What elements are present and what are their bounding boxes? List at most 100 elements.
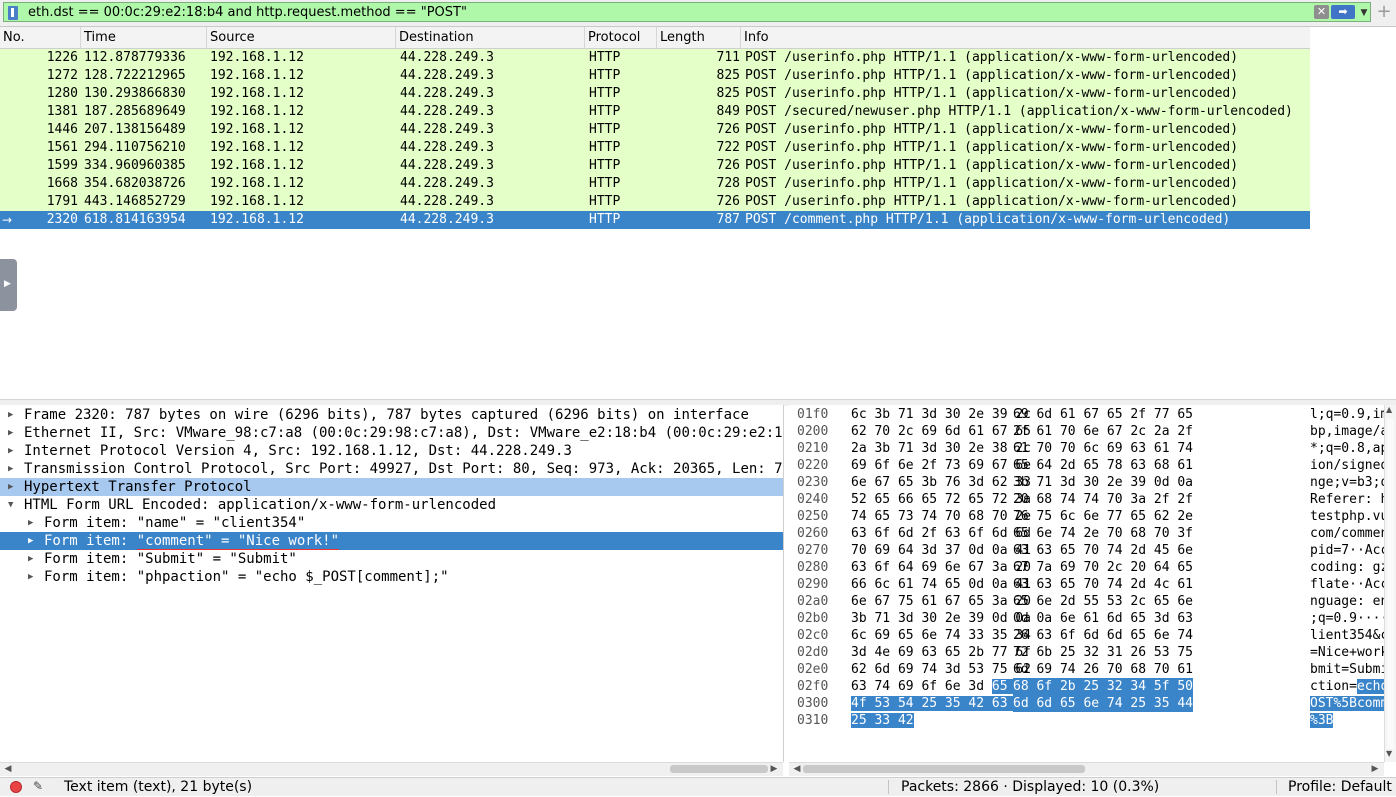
clear-filter-icon[interactable]: ✕	[1314, 5, 1329, 19]
status-profile[interactable]: Profile: Default	[1288, 778, 1396, 797]
expand-arrow-icon[interactable]: ▶	[28, 568, 38, 586]
column-header-time[interactable]: Time	[81, 27, 207, 48]
sidebar-toggle-handle[interactable]: ▶	[0, 259, 17, 311]
bytes-offset: 0290	[797, 577, 829, 592]
bytes-hex-group-1: 52 65 66 65 72 65 72 3a	[851, 491, 1031, 508]
packet-cell-info: POST /userinfo.php HTTP/1.1 (application…	[745, 122, 1239, 137]
expand-arrow-icon[interactable]: ▶	[28, 550, 38, 568]
expert-info-icon[interactable]	[10, 781, 22, 793]
packet-cell-proto: HTTP	[589, 140, 621, 155]
detail-tree-item[interactable]: ▶ Frame 2320: 787 bytes on wire (6296 bit…	[0, 406, 783, 424]
bytes-hex-group-1: 6c 69 65 6e 74 33 35 34	[851, 627, 1031, 644]
packet-cell-src: 192.168.1.12	[210, 194, 304, 209]
detail-tree-item[interactable]: ▶ Transmission Control Protocol, Src Port…	[0, 460, 783, 478]
bytes-row[interactable]: 0290 66 6c 61 74 65 0d 0a 41 63 63 65 70 7…	[789, 576, 1396, 593]
bytes-row[interactable]: 02c0 6c 69 65 6e 74 33 35 34 26 63 6f 6d 6…	[789, 627, 1396, 644]
scroll-thumb[interactable]	[803, 765, 1085, 773]
column-header-source[interactable]: Source	[207, 27, 396, 48]
expand-arrow-icon[interactable]: ▶	[8, 406, 18, 424]
scroll-right-icon[interactable]: ▶	[768, 763, 780, 776]
bytes-row[interactable]: 02a0 6e 67 75 61 67 65 3a 20 65 6e 2d 55 5…	[789, 593, 1396, 610]
packet-row[interactable]: 1561 294.110756210 192.168.1.12 44.228.249.…	[0, 139, 1310, 157]
bookmark-icon[interactable]	[8, 6, 18, 20]
scroll-down-icon[interactable]: ▼	[1386, 749, 1392, 758]
bytes-row[interactable]: 02b0 3b 71 3d 30 2e 39 0d 0a 0d 0a 6e 61 6…	[789, 610, 1396, 627]
column-header-info[interactable]: Info	[741, 27, 1310, 48]
expand-arrow-icon[interactable]: ▶	[8, 424, 18, 442]
bytes-hex: 63 6f 64 69 6e 67 3a 20	[851, 560, 1032, 575]
detail-tree-item[interactable]: ▶ Form item: "phpaction" = "echo $_POST[c…	[0, 568, 783, 586]
details-horizontal-scrollbar[interactable]: ◀ ▶	[0, 762, 783, 776]
scroll-thumb[interactable]	[670, 765, 768, 773]
packet-row[interactable]: 1381 187.285689649 192.168.1.12 44.228.249.…	[0, 103, 1310, 121]
detail-tree-item[interactable]: ▶ Form item: "comment" = "Nice work!"	[0, 532, 783, 550]
packet-row[interactable]: 1272 128.722212965 192.168.1.12 44.228.249.…	[0, 67, 1310, 85]
detail-tree-item[interactable]: ▶ Form item: "Submit" = "Submit"	[0, 550, 783, 568]
packet-cell-proto: HTTP	[589, 158, 621, 173]
bytes-row[interactable]: 0260 63 6f 6d 2f 63 6f 6d 6d 65 6e 74 2e 7…	[789, 525, 1396, 542]
expand-arrow-icon[interactable]: ▶	[28, 514, 38, 532]
bytes-offset: 02d0	[797, 645, 829, 660]
expand-arrow-icon[interactable]: ▶	[8, 478, 18, 496]
bytes-row[interactable]: 0250 74 65 73 74 70 68 70 2e 76 75 6c 6e 7…	[789, 508, 1396, 525]
packet-row[interactable]: 1446 207.138156489 192.168.1.12 44.228.249.…	[0, 121, 1310, 139]
packet-cell-no: 1599	[46, 158, 78, 173]
bytes-row[interactable]: 02e0 62 6d 69 74 3d 53 75 62 6d 69 74 26 7…	[789, 661, 1396, 678]
bytes-vertical-scrollbar[interactable]: ▲ ▼	[1384, 405, 1396, 762]
packet-row[interactable]: → 2320 618.814163954 192.168.1.12 44.228.249…	[0, 211, 1310, 229]
bytes-hex: 2a 3b 71 3d 30 2e 38 2c	[851, 441, 1032, 456]
apply-filter-icon[interactable]: ➡	[1331, 5, 1355, 19]
packet-row[interactable]: 1668 354.682038726 192.168.1.12 44.228.249.…	[0, 175, 1310, 193]
bytes-row[interactable]: 01f0 6c 3b 71 3d 30 2e 39 2c 69 6d 61 67 6…	[789, 406, 1396, 423]
bytes-row[interactable]: 02f0 63 74 69 6f 6e 3d 65 63 68 6f 2b 25 3…	[789, 678, 1396, 695]
bytes-row[interactable]: 0310 25 33 42 %3B	[789, 712, 1389, 729]
scroll-right-icon[interactable]: ▶	[1369, 763, 1381, 776]
detail-tree-item[interactable]: ▶ Internet Protocol Version 4, Src: 192.1…	[0, 442, 783, 460]
display-filter-input[interactable]: eth.dst == 00:0c:29:e2:18:b4 and http.re…	[3, 2, 1371, 22]
expand-arrow-icon[interactable]: ▶	[28, 532, 38, 550]
scroll-left-icon[interactable]: ◀	[2, 763, 14, 776]
display-filter-text[interactable]: eth.dst == 00:0c:29:e2:18:b4 and http.re…	[28, 4, 467, 21]
bytes-row[interactable]: 0220 69 6f 6e 2f 73 69 67 6e 65 64 2d 65 7…	[789, 457, 1396, 474]
bytes-row[interactable]: 0210 2a 3b 71 3d 30 2e 38 2c 61 70 70 6c 6…	[789, 440, 1396, 457]
bytes-hex: 3b 71 3d 30 2e 39 0d 0a	[851, 611, 1032, 626]
add-filter-button-icon[interactable]: +	[1376, 3, 1392, 21]
detail-tree-item[interactable]: ▼ HTML Form URL Encoded: application/x-ww…	[0, 496, 783, 514]
column-header-length[interactable]: Length	[657, 27, 741, 48]
column-header-no[interactable]: No.	[0, 27, 81, 48]
expand-arrow-icon[interactable]: ▶	[8, 460, 18, 478]
packet-row[interactable]: 1226 112.878779336 192.168.1.12 44.228.249.…	[0, 49, 1310, 67]
bytes-row[interactable]: 0230 6e 67 65 3b 76 3d 62 33 3b 71 3d 30 2…	[789, 474, 1396, 491]
expand-arrow-icon[interactable]: ▶	[8, 442, 18, 460]
bytes-hex-group-2: 26 63 6f 6d 6d 65 6e 74	[1013, 628, 1194, 643]
scroll-up-icon[interactable]: ▲	[1386, 405, 1392, 414]
filter-history-dropdown-icon[interactable]: ▼	[1358, 6, 1370, 20]
column-header-protocol[interactable]: Protocol	[585, 27, 657, 48]
packet-cell-info: POST /userinfo.php HTTP/1.1 (application…	[745, 68, 1239, 83]
bytes-row[interactable]: 02d0 3d 4e 69 63 65 2b 77 6f 72 6b 25 32 3…	[789, 644, 1396, 661]
bytes-row[interactable]: 0280 63 6f 64 69 6e 67 3a 20 67 7a 69 70 2…	[789, 559, 1396, 576]
packet-row[interactable]: 1599 334.960960385 192.168.1.12 44.228.249.…	[0, 157, 1310, 175]
packet-cell-no: 1446	[46, 122, 78, 137]
collapse-arrow-icon[interactable]: ▼	[8, 496, 18, 514]
packet-row[interactable]: 1280 130.293866830 192.168.1.12 44.228.249.…	[0, 85, 1310, 103]
column-header-destination[interactable]: Destination	[396, 27, 585, 48]
bytes-hex-group-1: 6c 3b 71 3d 30 2e 39 2c	[851, 406, 1031, 423]
scroll-thumb[interactable]	[1387, 419, 1394, 749]
bytes-row[interactable]: 0270 70 69 64 3d 37 0d 0a 41 63 63 65 70 7…	[789, 542, 1396, 559]
packet-list-pane: No. Time Source Destination Protocol Len…	[0, 27, 1396, 399]
capture-comment-icon[interactable]: ✎	[33, 779, 47, 793]
detail-tree-item[interactable]: ▶ Hypertext Transfer Protocol	[0, 478, 783, 496]
bytes-hex-group-2: 69 6d 61 67 65 2f 77 65	[1013, 407, 1194, 422]
bytes-row[interactable]: 0200 62 70 2c 69 6d 61 67 65 2f 61 70 6e 6…	[789, 423, 1396, 440]
detail-tree-item[interactable]: ▶ Form item: "name" = "client354"	[0, 514, 783, 532]
scroll-left-icon[interactable]: ◀	[791, 763, 803, 776]
bytes-hex-group-1: 63 6f 64 69 6e 67 3a 20	[851, 559, 1031, 576]
bytes-row[interactable]: 0240 52 65 66 65 72 65 72 3a 20 68 74 74 7…	[789, 491, 1396, 508]
bytes-row[interactable]: 0300 4f 53 54 25 35 42 63 6f 6d 6d 65 6e 7…	[789, 695, 1396, 712]
packet-row[interactable]: 1791 443.146852729 192.168.1.12 44.228.249.…	[0, 193, 1310, 211]
bytes-horizontal-scrollbar[interactable]: ◀ ▶	[789, 762, 1384, 776]
packet-cell-no: 1272	[46, 68, 78, 83]
detail-tree-item[interactable]: ▶ Ethernet II, Src: VMware_98:c7:a8 (00:0…	[0, 424, 783, 442]
bytes-hex-group-2: 63 63 65 70 74 2d 4c 61	[1013, 577, 1194, 592]
